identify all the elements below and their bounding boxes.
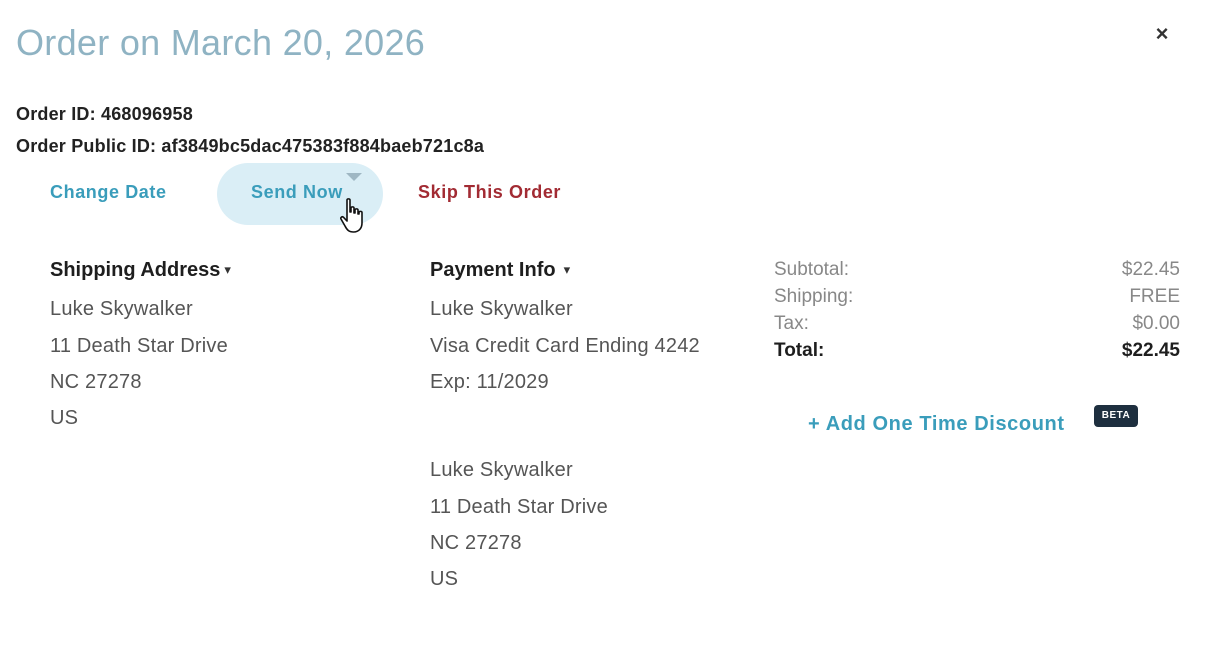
total-value: $22.45 [1121, 340, 1180, 361]
shipping-name: Luke Skywalker [50, 298, 193, 320]
billing-country: US [430, 568, 459, 590]
caret-down-icon[interactable] [346, 173, 362, 181]
payment-info-heading: Payment Info [430, 259, 556, 281]
subtotal-label: Subtotal: [774, 259, 849, 280]
payment-info-dropdown[interactable]: Payment Info ▾ [430, 259, 570, 282]
shipping-street: 11 Death Star Drive [50, 335, 228, 357]
shipping-value: FREE [1129, 286, 1180, 307]
change-date-link[interactable]: Change Date [50, 182, 167, 203]
close-icon[interactable]: × [1152, 23, 1172, 45]
add-discount-link[interactable]: + Add One Time Discount [808, 413, 1065, 436]
subtotal-row: Subtotal: $22.45 [774, 259, 1180, 286]
shipping-country: US [50, 407, 79, 429]
hand-pointer-icon [340, 198, 363, 233]
caret-down-icon[interactable]: ▾ [564, 262, 571, 277]
billing-street: 11 Death Star Drive [430, 496, 608, 518]
order-id: Order ID: 468096958 [16, 104, 193, 124]
subtotal-value: $22.45 [1121, 259, 1180, 280]
modal-title: Order on March 20, 2026 [16, 22, 426, 63]
beta-badge: BETA [1094, 405, 1138, 427]
billing-name: Luke Skywalker [430, 459, 573, 481]
billing-state-zip: NC 27278 [430, 532, 522, 554]
shipping-label: Shipping: [774, 286, 854, 307]
tax-row: Tax: $0.00 [774, 313, 1180, 340]
caret-down-icon[interactable]: ▾ [224, 262, 231, 277]
tax-label: Tax: [774, 313, 809, 334]
total-row: Total: $22.45 [774, 340, 1180, 367]
shipping-row: Shipping: FREE [774, 286, 1180, 313]
shipping-state-zip: NC 27278 [50, 371, 142, 393]
shipping-address-dropdown[interactable]: Shipping Address ▾ [50, 259, 231, 282]
order-public-id: Order Public ID: af3849bc5dac475383f884b… [16, 136, 485, 156]
total-label: Total: [774, 340, 825, 361]
skip-order-link[interactable]: Skip This Order [418, 182, 561, 203]
payment-card: Visa Credit Card Ending 4242 [430, 335, 700, 357]
tax-value: $0.00 [1132, 313, 1180, 334]
payment-name: Luke Skywalker [430, 298, 573, 320]
shipping-address-heading: Shipping Address [50, 259, 221, 281]
send-now-label[interactable]: Send Now [251, 182, 343, 203]
payment-exp: Exp: 11/2029 [430, 371, 549, 393]
order-summary: Subtotal: $22.45 Shipping: FREE Tax: $0.… [774, 259, 1180, 367]
